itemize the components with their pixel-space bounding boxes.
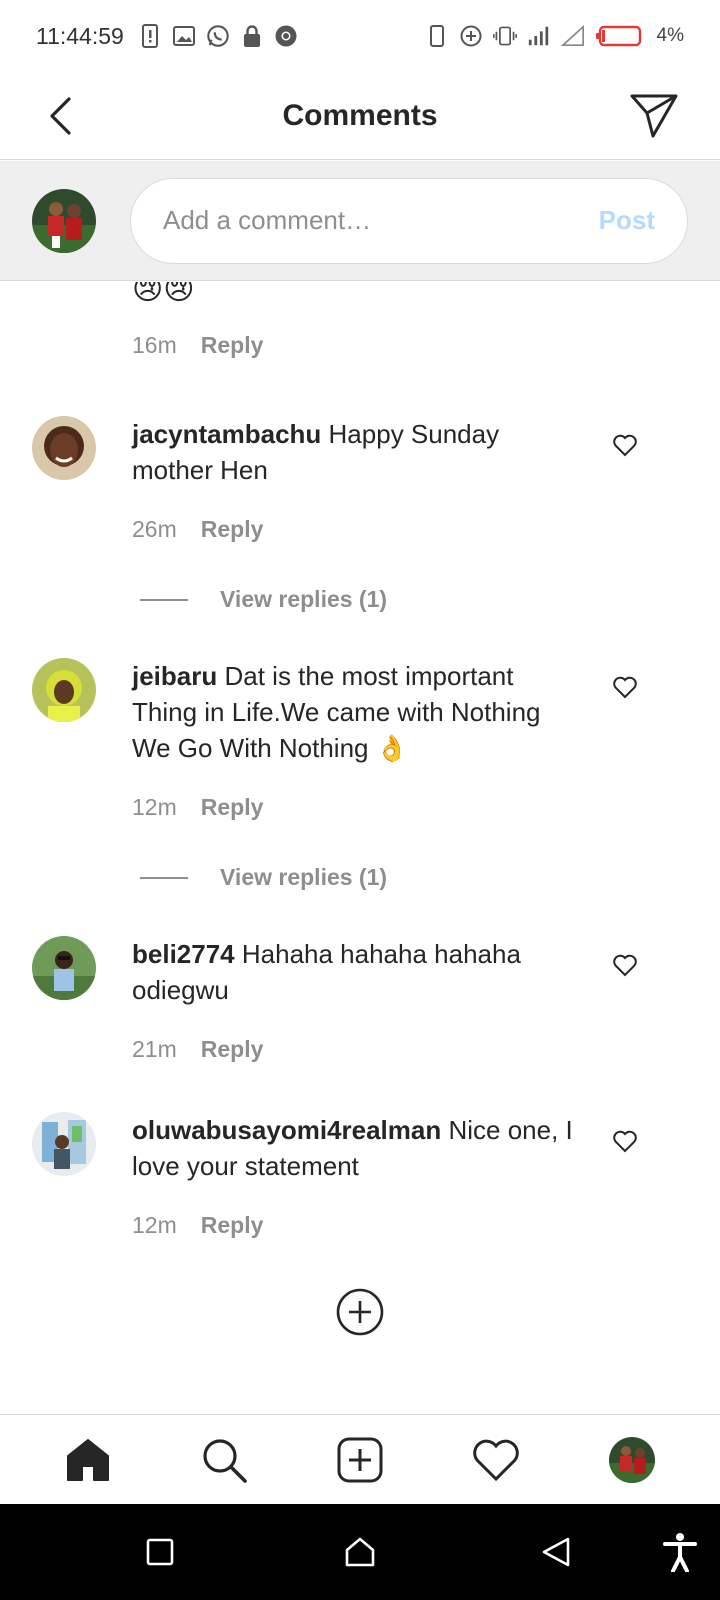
divider	[140, 598, 188, 601]
comment-meta: 16m Reply	[132, 332, 263, 359]
comment-username[interactable]: jacyntambachu	[132, 419, 321, 449]
view-replies-label: View replies (1)	[220, 864, 388, 890]
accessibility-icon	[663, 1533, 697, 1572]
heart-icon	[613, 434, 637, 457]
share-button[interactable]	[628, 90, 680, 142]
activity-heart-icon	[473, 1439, 519, 1481]
nav-new-post[interactable]	[332, 1432, 388, 1488]
system-home-button[interactable]	[340, 1532, 380, 1572]
my-avatar	[32, 188, 96, 253]
reply-button[interactable]: Reply	[201, 1036, 264, 1063]
system-status-icons: 4%	[425, 24, 684, 48]
recents-icon	[146, 1538, 174, 1566]
back-arrow-icon	[50, 97, 71, 135]
comment-text: jeibaru Dat is the most important Thing …	[132, 658, 582, 766]
comment-username[interactable]: oluwabusayomi4realman	[132, 1115, 441, 1145]
like-button[interactable]	[610, 950, 640, 980]
comment-time: 16m	[132, 332, 177, 358]
view-replies-button[interactable]: View replies (1)	[140, 864, 387, 891]
avatar[interactable]	[32, 658, 96, 722]
comment-list[interactable]: 😢😢 16m Reply jacyntambachu Happy Sunday …	[0, 282, 720, 1414]
image-icon	[172, 24, 196, 48]
battery-percent: 4%	[656, 25, 684, 46]
recents-button[interactable]	[140, 1532, 180, 1572]
comment-text: 😢😢	[132, 282, 582, 308]
home-icon	[67, 1438, 109, 1481]
like-button[interactable]	[610, 430, 640, 460]
sim-alert-icon	[138, 24, 162, 48]
reply-button[interactable]: Reply	[201, 794, 264, 821]
load-more-button[interactable]	[336, 1288, 384, 1336]
comment-input-pill: Post	[130, 177, 688, 264]
comment-meta: 12m Reply	[132, 794, 263, 821]
system-back-button[interactable]	[536, 1532, 576, 1572]
view-replies-label: View replies (1)	[220, 586, 388, 612]
nav-home[interactable]	[60, 1432, 116, 1488]
lock-icon	[240, 24, 264, 48]
comment-body: 😢😢	[132, 282, 195, 307]
comment-input[interactable]	[163, 205, 599, 236]
comment-composer: Post	[0, 161, 720, 281]
send-icon	[630, 94, 678, 138]
comment-time: 21m	[132, 1036, 177, 1062]
avatar[interactable]	[32, 936, 96, 1000]
nav-profile[interactable]	[604, 1432, 660, 1488]
divider	[140, 876, 188, 879]
heart-icon	[613, 1130, 637, 1153]
plus-circle-icon	[336, 1288, 384, 1336]
battery-low-icon	[595, 24, 643, 48]
home-icon	[345, 1537, 375, 1567]
reply-button[interactable]: Reply	[201, 516, 264, 543]
heart-icon	[613, 954, 637, 977]
comment-username[interactable]: jeibaru	[132, 661, 217, 691]
back-button[interactable]	[40, 92, 80, 140]
nav-search[interactable]	[196, 1432, 252, 1488]
nav-activity[interactable]	[468, 1432, 524, 1488]
comments-header: Comments	[0, 72, 720, 160]
comment-username[interactable]: beli2774	[132, 939, 235, 969]
comment-time: 26m	[132, 516, 177, 542]
comment-text: beli2774 Hahaha hahaha hahaha odiegwu	[132, 936, 582, 1008]
avatar[interactable]	[32, 1112, 96, 1176]
chrome-icon	[274, 24, 298, 48]
system-navigation	[0, 1504, 720, 1600]
comment-text: oluwabusayomi4realman Nice one, I love y…	[132, 1112, 582, 1184]
bottom-navigation	[0, 1414, 720, 1504]
reply-button[interactable]: Reply	[201, 1212, 264, 1239]
comment-time: 12m	[132, 1212, 177, 1238]
signal-empty-icon	[560, 24, 585, 48]
status-time: 11:44:59	[36, 22, 124, 49]
like-button[interactable]	[610, 1126, 640, 1156]
back-icon	[542, 1537, 570, 1567]
view-replies-button[interactable]: View replies (1)	[140, 586, 387, 613]
heart-icon	[613, 676, 637, 699]
vibrate-icon	[492, 24, 517, 48]
comment-meta: 26m Reply	[132, 516, 263, 543]
comment-time: 12m	[132, 794, 177, 820]
phone-icon	[425, 24, 449, 48]
new-post-icon	[337, 1437, 383, 1482]
avatar[interactable]	[32, 416, 96, 480]
search-icon	[203, 1438, 247, 1483]
status-bar: 11:44:59 4%	[0, 0, 720, 72]
page-title: Comments	[282, 98, 438, 132]
signal-icon	[527, 24, 551, 48]
whatsapp-icon	[206, 24, 230, 48]
like-button[interactable]	[610, 672, 640, 702]
comment-meta: 21m Reply	[132, 1036, 263, 1063]
accessibility-button[interactable]	[660, 1532, 700, 1572]
comment-text: jacyntambachu Happy Sunday mother Hen	[132, 416, 582, 488]
reply-button[interactable]: Reply	[201, 332, 264, 359]
post-button[interactable]: Post	[599, 205, 655, 236]
profile-avatar	[609, 1436, 655, 1483]
comment-meta: 12m Reply	[132, 1212, 263, 1239]
notification-icons	[138, 24, 298, 48]
data-saver-icon	[459, 24, 483, 48]
